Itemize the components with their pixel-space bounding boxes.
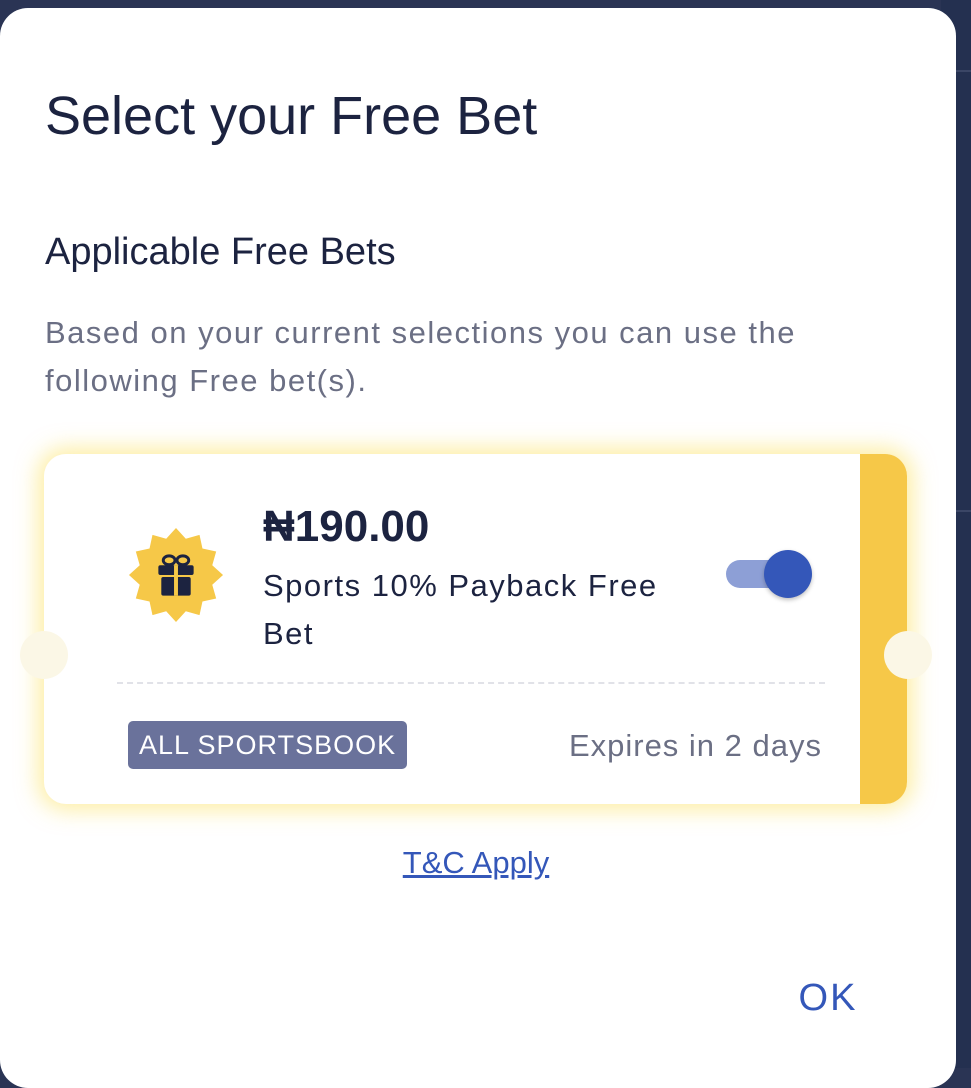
card-notch-right: [884, 631, 932, 679]
toggle-knob: [764, 550, 812, 598]
dialog-title: Select your Free Bet: [45, 86, 538, 146]
free-bet-name: Sports 10% Payback Free Bet: [263, 568, 658, 651]
tc-apply-link[interactable]: T&C Apply: [403, 845, 549, 880]
free-bet-toggle[interactable]: [722, 548, 814, 600]
ok-button[interactable]: OK: [782, 970, 874, 1026]
tc-link-row: T&C Apply: [0, 843, 952, 883]
expiry-text: Expires in 2 days: [568, 728, 822, 763]
card-accent-stripe: [860, 454, 907, 804]
card-divider: [117, 682, 825, 684]
section-description: Based on your current selections you can…: [45, 315, 796, 398]
sportsbook-tag: ALL SPORTSBOOK: [128, 721, 408, 769]
free-bet-amount: ₦190.00: [263, 502, 430, 551]
card-notch-left: [20, 631, 68, 679]
section-title: Applicable Free Bets: [45, 231, 396, 273]
gift-icon: [128, 527, 224, 623]
